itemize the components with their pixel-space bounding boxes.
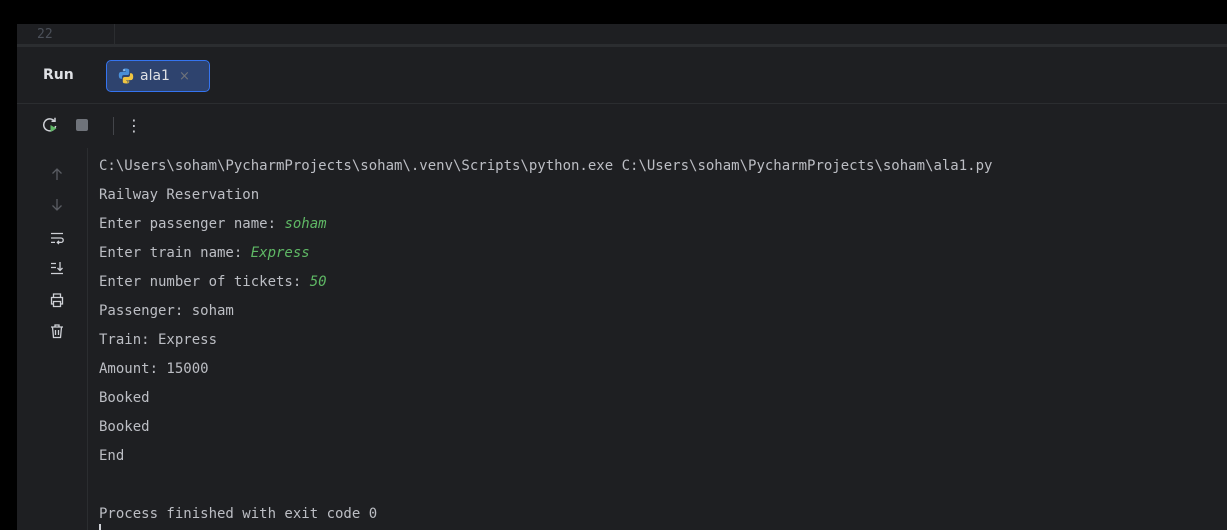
editor-line-number: 22 [37,27,53,42]
toolbar-separator [113,117,114,135]
rerun-icon[interactable] [39,114,61,136]
console-prompt: Enter train name: [99,245,251,261]
console-line: End [99,448,125,464]
console-line: Booked [99,419,150,435]
python-icon [117,67,135,85]
console-user-input: Express [250,245,310,261]
console-user-input: soham [284,216,327,232]
clear-all-icon[interactable] [47,321,67,341]
scroll-to-end-icon[interactable] [47,258,67,278]
editor-remnant: 22 [17,24,1227,44]
scroll-down-icon[interactable] [47,195,67,215]
console-line: Railway Reservation [99,187,260,203]
console-output[interactable]: C:\Users\soham\PycharmProjects\soham\.ve… [99,152,1219,529]
scroll-up-icon[interactable] [47,164,67,184]
console-line: Enter passenger name: soham [99,210,1219,239]
tool-window-title: Run [43,67,74,83]
tool-window-header: Run ala1 × [17,47,1227,103]
console-command-line: C:\Users\soham\PycharmProjects\soham\.ve… [99,158,993,174]
console-line: Passenger: soham [99,303,234,319]
console-gutter-divider [87,148,88,530]
soft-wrap-icon[interactable] [47,228,67,248]
run-tool-window: 22 Run ala1 × ⋮ C:\Users\soham\PycharmPr… [17,24,1227,530]
console-line: Enter number of tickets: 50 [99,268,1219,297]
print-icon[interactable] [47,290,67,310]
more-options-icon[interactable]: ⋮ [123,114,145,136]
tab-label: ala1 [140,68,170,84]
console-caret [99,524,101,530]
console-prompt: Enter number of tickets: [99,274,310,290]
console-line: Enter train name: Express [99,239,1219,268]
console-prompt: Enter passenger name: [99,216,285,232]
tab-ala1[interactable]: ala1 × [106,60,210,92]
editor-gutter-divider [114,24,115,44]
console-user-input: 50 [309,274,327,290]
stop-icon[interactable] [71,114,93,136]
console-line: Train: Express [99,332,218,348]
console-line: Booked [99,390,150,406]
console-side-actions [17,148,87,530]
close-icon[interactable]: × [179,70,190,83]
console-line: Amount: 15000 [99,361,209,377]
run-toolbar: ⋮ [17,104,1227,148]
console-exit-message: Process finished with exit code 0 [99,506,378,522]
